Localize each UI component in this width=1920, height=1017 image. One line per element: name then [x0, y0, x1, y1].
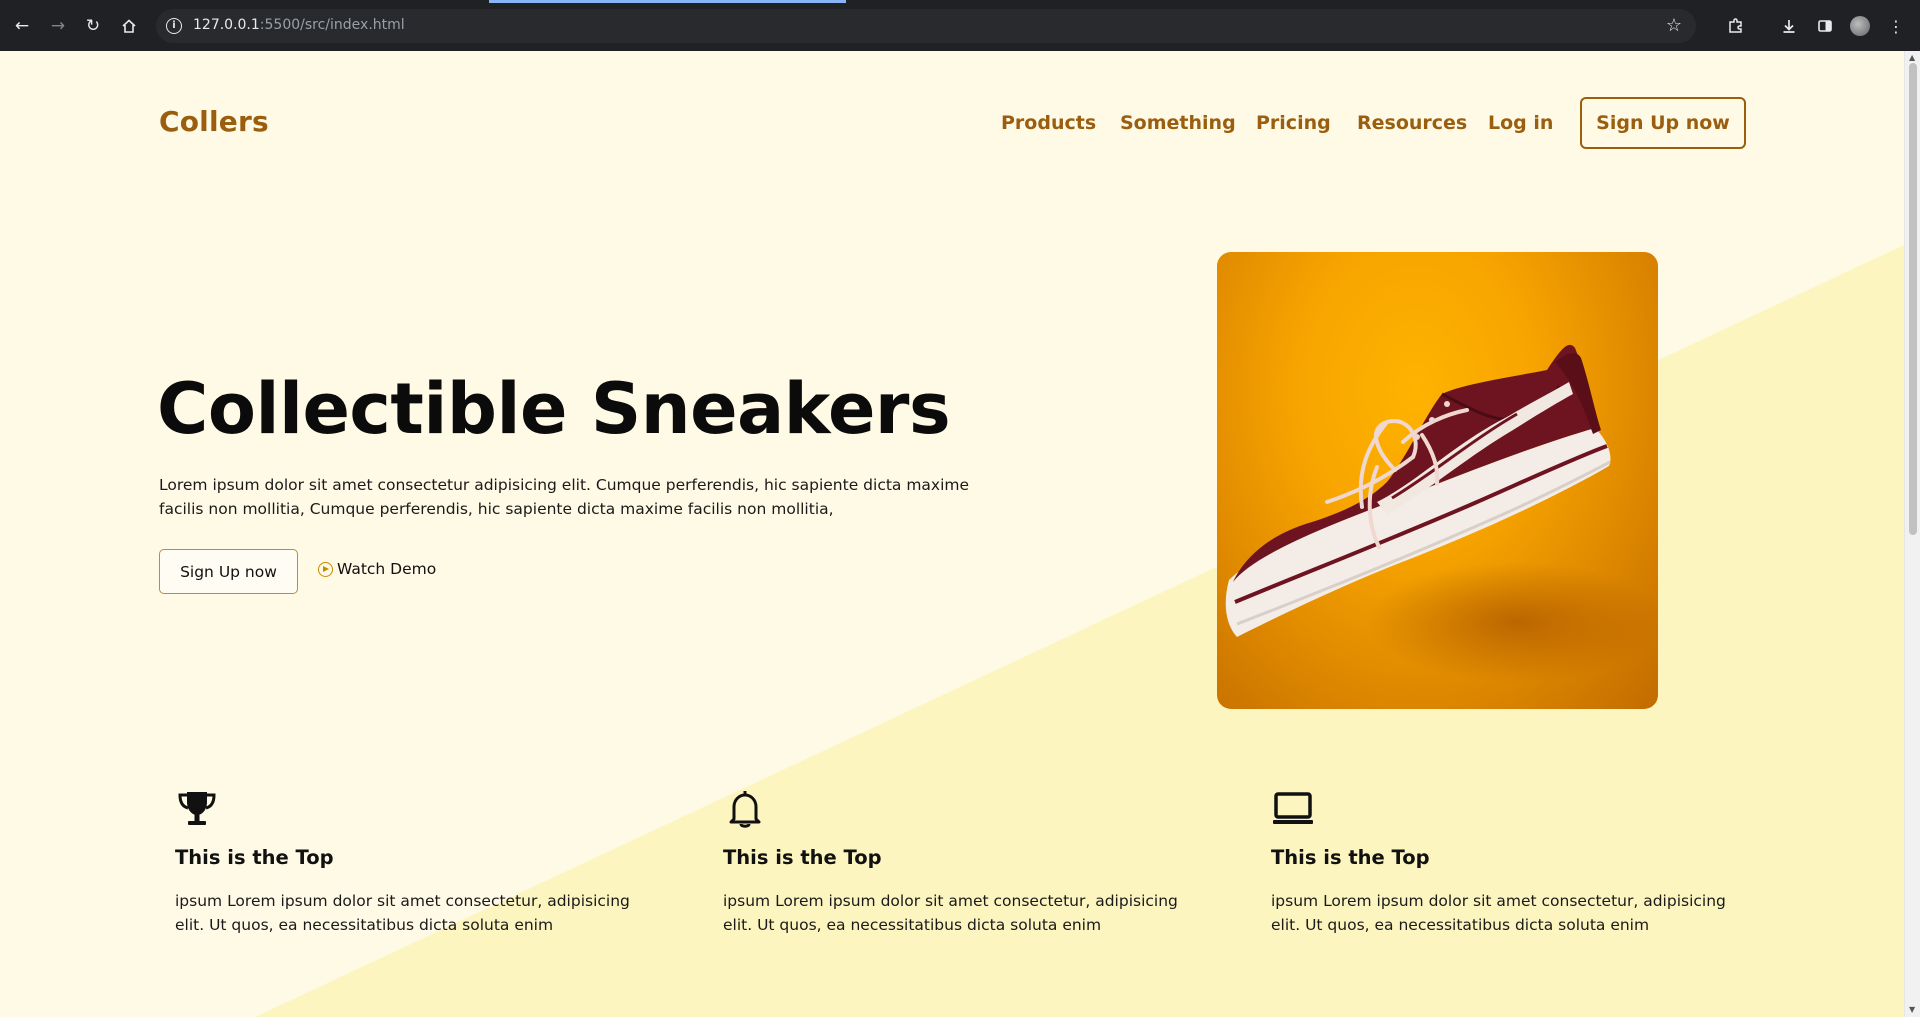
nav-something[interactable]: Something [1120, 112, 1236, 134]
header-signup-button[interactable]: Sign Up now [1580, 97, 1746, 149]
scroll-down-icon[interactable]: ▼ [1909, 1005, 1915, 1014]
nav-pricing[interactable]: Pricing [1256, 112, 1331, 134]
watch-demo-link[interactable]: Watch Demo [318, 560, 436, 578]
forward-icon[interactable]: → [46, 14, 70, 38]
profile-avatar[interactable] [1850, 16, 1870, 36]
home-icon[interactable] [117, 14, 141, 38]
feature-text: ipsum Lorem ipsum dolor sit amet consect… [175, 892, 630, 934]
side-panel-icon[interactable] [1813, 14, 1837, 38]
browser-toolbar: ← → ↻ i 127.0.0.1:5500/src/index.html ☆ … [0, 0, 1920, 51]
url-host: 127.0.0.1 [193, 17, 260, 33]
bell-icon [729, 791, 761, 828]
address-bar[interactable]: i 127.0.0.1:5500/src/index.html ☆ [156, 9, 1696, 43]
bookmark-star-icon[interactable]: ☆ [1666, 15, 1682, 36]
back-icon[interactable]: ← [10, 14, 34, 38]
watch-demo-label: Watch Demo [337, 560, 437, 578]
loading-indicator [489, 0, 846, 3]
feature-title: This is the Top [723, 846, 882, 869]
hero-title: Collectible Sneakers [157, 368, 951, 450]
hero-image-sneaker [1217, 252, 1658, 709]
trophy-icon [178, 792, 216, 825]
monitor-icon [1273, 792, 1313, 824]
page-viewport: Collers Products Something Pricing Resou… [0, 51, 1904, 1017]
feature-card: This is the Top ipsum Lorem ipsum dolor … [175, 786, 655, 937]
menu-kebab-icon[interactable]: ⋮ [1884, 14, 1908, 38]
nav-products[interactable]: Products [1001, 112, 1096, 134]
page-scrollbar[interactable]: ▲ ▼ [1904, 51, 1920, 1017]
hero-description: Lorem ipsum dolor sit amet consectetur a… [159, 476, 970, 518]
extensions-icon[interactable] [1724, 14, 1748, 38]
url-path: :5500/src/index.html [259, 17, 405, 33]
download-icon[interactable] [1777, 14, 1801, 38]
nav-resources[interactable]: Resources [1357, 112, 1467, 134]
url-text[interactable]: 127.0.0.1:5500/src/index.html [193, 17, 405, 33]
feature-title: This is the Top [1271, 846, 1430, 869]
hero-signup-button[interactable]: Sign Up now [159, 549, 298, 594]
feature-text: ipsum Lorem ipsum dolor sit amet consect… [1271, 892, 1726, 934]
nav-login[interactable]: Log in [1488, 112, 1553, 134]
site-logo[interactable]: Collers [159, 105, 269, 138]
scrollbar-thumb[interactable] [1909, 63, 1917, 535]
reload-icon[interactable]: ↻ [81, 14, 105, 38]
scroll-up-icon[interactable]: ▲ [1909, 53, 1915, 62]
feature-text: ipsum Lorem ipsum dolor sit amet consect… [723, 892, 1178, 934]
play-circle-icon [318, 561, 333, 577]
feature-title: This is the Top [175, 846, 334, 869]
sneaker-illustration [1225, 344, 1658, 682]
site-info-icon[interactable]: i [166, 18, 182, 34]
feature-card: This is the Top ipsum Lorem ipsum dolor … [723, 786, 1203, 937]
feature-card: This is the Top ipsum Lorem ipsum dolor … [1271, 786, 1751, 937]
